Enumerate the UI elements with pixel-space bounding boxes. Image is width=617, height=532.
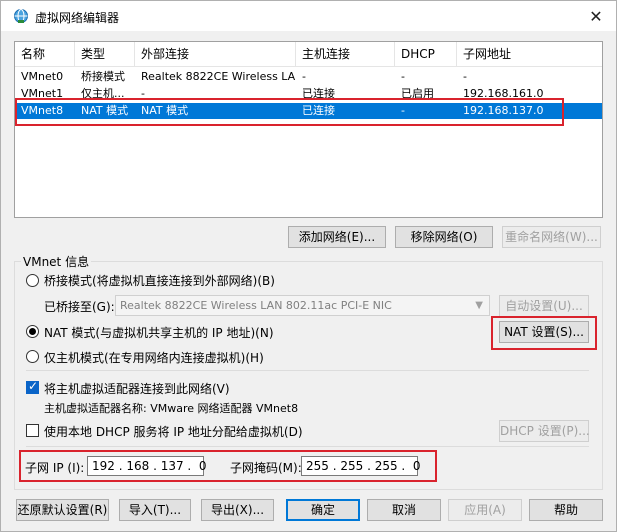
ok-button[interactable]: 确定 <box>286 499 360 521</box>
dhcp-label: 使用本地 DHCP 服务将 IP 地址分配给虚拟机(D) <box>44 425 303 439</box>
table-cell: 桥接模式 <box>81 70 125 83</box>
remove-network-button[interactable]: 移除网络(O) <box>395 226 493 248</box>
column-header[interactable]: 名称 <box>15 42 75 67</box>
highlight-vmnet8-row <box>15 98 564 126</box>
adapter-name-label: 主机虚拟适配器名称: VMware 网络适配器 VMnet8 <box>44 402 299 415</box>
vmnet-info-title: VMnet 信息 <box>21 253 92 270</box>
column-header[interactable]: 子网地址 <box>457 42 602 67</box>
connect-adapter-label: 将主机虚拟适配器连接到此网络(V) <box>44 382 230 396</box>
window-title: 虚拟网络编辑器 <box>35 11 120 25</box>
chevron-down-icon: ▼ <box>475 300 483 311</box>
column-header[interactable]: 类型 <box>75 42 135 67</box>
dhcp-checkbox[interactable] <box>26 424 39 437</box>
highlight-nat-settings <box>491 316 597 350</box>
restore-defaults-button[interactable]: 还原默认设置(R) <box>16 499 109 521</box>
bridged-to-label: 已桥接至(G): <box>44 300 115 314</box>
close-icon: ✕ <box>589 6 603 26</box>
column-header[interactable]: DHCP <box>395 42 457 67</box>
column-header[interactable]: 外部连接 <box>135 42 296 67</box>
host-only-label: 仅主机模式(在专用网络内连接虚拟机)(H) <box>44 351 264 365</box>
table-row[interactable]: VMnet0 桥接模式 Realtek 8822CE Wireless LA... -… <box>15 69 602 85</box>
globe-icon <box>13 8 29 24</box>
bridged-mode-radio[interactable] <box>26 274 39 287</box>
cancel-button[interactable]: 取消 <box>367 499 441 521</box>
add-network-button[interactable]: 添加网络(E)... <box>288 226 386 248</box>
dhcp-settings-button[interactable]: DHCP 设置(P)... <box>499 420 590 442</box>
close-button[interactable]: ✕ <box>576 1 616 31</box>
rename-network-button[interactable]: 重命名网络(W)... <box>502 226 601 248</box>
host-only-radio[interactable] <box>26 350 39 363</box>
column-header[interactable]: 主机连接 <box>296 42 395 67</box>
nat-mode-label: NAT 模式(与虚拟机共享主机的 IP 地址)(N) <box>44 326 274 340</box>
auto-settings-button[interactable]: 自动设置(U)... <box>499 295 589 317</box>
nat-mode-radio[interactable] <box>26 325 39 338</box>
bridged-mode-label: 桥接模式(将虚拟机直接连接到外部网络)(B) <box>44 274 275 288</box>
virtual-network-editor-window: 虚拟网络编辑器 ✕ 名称 类型 外部连接 主机连接 DHCP 子网地址 VMnet0 桥接模… <box>0 0 617 532</box>
divider <box>26 446 589 447</box>
import-button[interactable]: 导入(T)... <box>119 499 191 521</box>
bridged-to-select[interactable]: Realtek 8822CE Wireless LAN 802.11ac PCI… <box>115 295 490 316</box>
divider <box>26 370 589 371</box>
connect-adapter-checkbox[interactable] <box>26 379 39 394</box>
table-cell: - <box>302 70 306 83</box>
apply-button[interactable]: 应用(A) <box>448 499 522 521</box>
table-cell: VMnet0 <box>21 70 64 83</box>
table-cell: - <box>463 70 467 83</box>
bridged-to-value: Realtek 8822CE Wireless LAN 802.11ac PCI… <box>120 299 392 312</box>
table-cell: - <box>401 70 405 83</box>
table-cell: Realtek 8822CE Wireless LA... <box>141 70 296 83</box>
title-bar: 虚拟网络编辑器 ✕ <box>1 1 616 31</box>
export-button[interactable]: 导出(X)... <box>201 499 274 521</box>
network-list[interactable]: 名称 类型 外部连接 主机连接 DHCP 子网地址 VMnet0 桥接模式 Realtek 8… <box>14 41 603 218</box>
help-button[interactable]: 帮助 <box>529 499 603 521</box>
highlight-subnet-fields <box>19 450 437 482</box>
list-header: 名称 类型 外部连接 主机连接 DHCP 子网地址 <box>15 42 602 67</box>
